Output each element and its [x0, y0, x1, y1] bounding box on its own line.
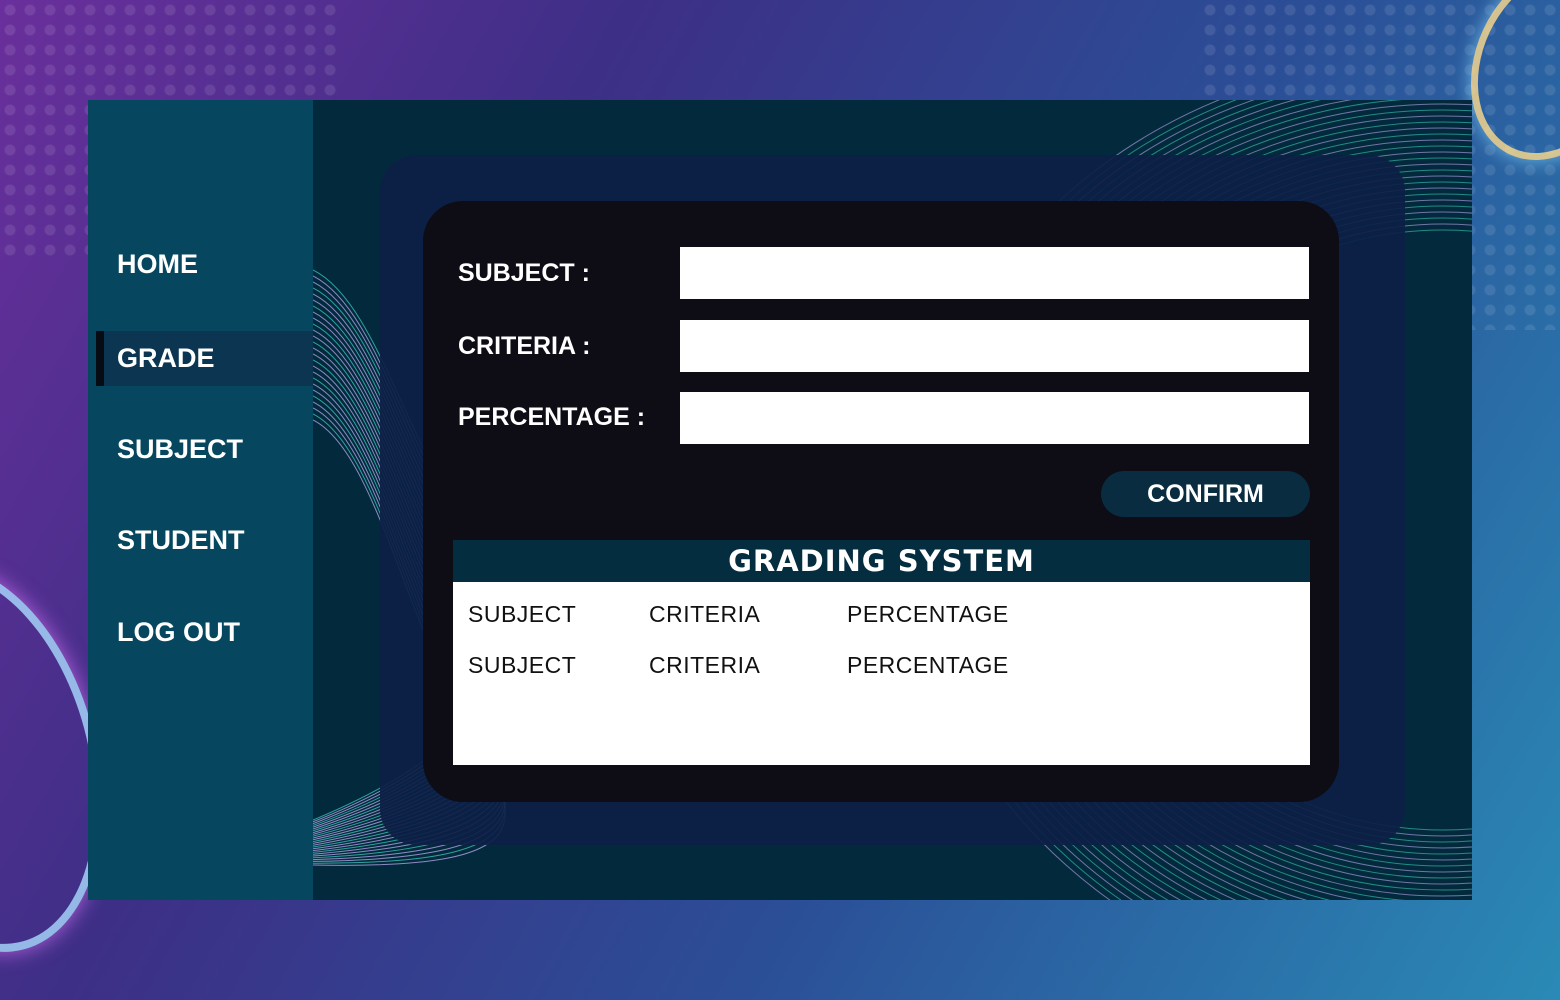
percentage-label: PERCENTAGE :: [458, 403, 646, 431]
sidebar-item-home[interactable]: HOME: [96, 237, 313, 292]
sidebar: HOME GRADE SUBJECT STUDENT LOG OUT: [88, 100, 313, 900]
sidebar-item-label: SUBJECT: [117, 434, 244, 464]
cell-subject: SUBJECT: [468, 652, 577, 678]
sidebar-item-student[interactable]: STUDENT: [96, 513, 313, 568]
cell-criteria: CRITERIA: [649, 652, 761, 678]
percentage-input[interactable]: [680, 392, 1309, 444]
cell-criteria: CRITERIA: [649, 601, 761, 627]
criteria-input[interactable]: [680, 320, 1309, 372]
cell-subject: SUBJECT: [468, 601, 577, 627]
table-row[interactable]: SUBJECT CRITERIA PERCENTAGE: [453, 594, 1310, 634]
subject-input[interactable]: [680, 247, 1309, 299]
confirm-button[interactable]: CONFIRM: [1101, 471, 1310, 517]
sidebar-item-label: HOME: [117, 249, 198, 279]
sidebar-item-label: STUDENT: [117, 525, 245, 555]
sidebar-item-label: LOG OUT: [117, 617, 240, 647]
sidebar-item-log-out[interactable]: LOG OUT: [96, 605, 313, 660]
cell-percentage: PERCENTAGE: [847, 601, 1009, 627]
sidebar-item-label: GRADE: [117, 343, 215, 373]
criteria-label: CRITERIA :: [458, 332, 591, 360]
main-content: SUBJECT : CRITERIA : PERCENTAGE : CONFIR…: [313, 100, 1472, 900]
grading-table: GRADING SYSTEM SUBJECT CRITERIA PERCENTA…: [453, 540, 1310, 765]
app-window: HOME GRADE SUBJECT STUDENT LOG OUT SUBJE…: [88, 100, 1472, 900]
grade-form-card: SUBJECT : CRITERIA : PERCENTAGE : CONFIR…: [423, 201, 1339, 802]
sidebar-item-grade[interactable]: GRADE: [96, 331, 313, 386]
subject-label: SUBJECT :: [458, 259, 590, 287]
grading-table-title: GRADING SYSTEM: [453, 540, 1310, 582]
sidebar-item-subject[interactable]: SUBJECT: [96, 422, 313, 477]
table-row[interactable]: SUBJECT CRITERIA PERCENTAGE: [453, 645, 1310, 685]
cell-percentage: PERCENTAGE: [847, 652, 1009, 678]
